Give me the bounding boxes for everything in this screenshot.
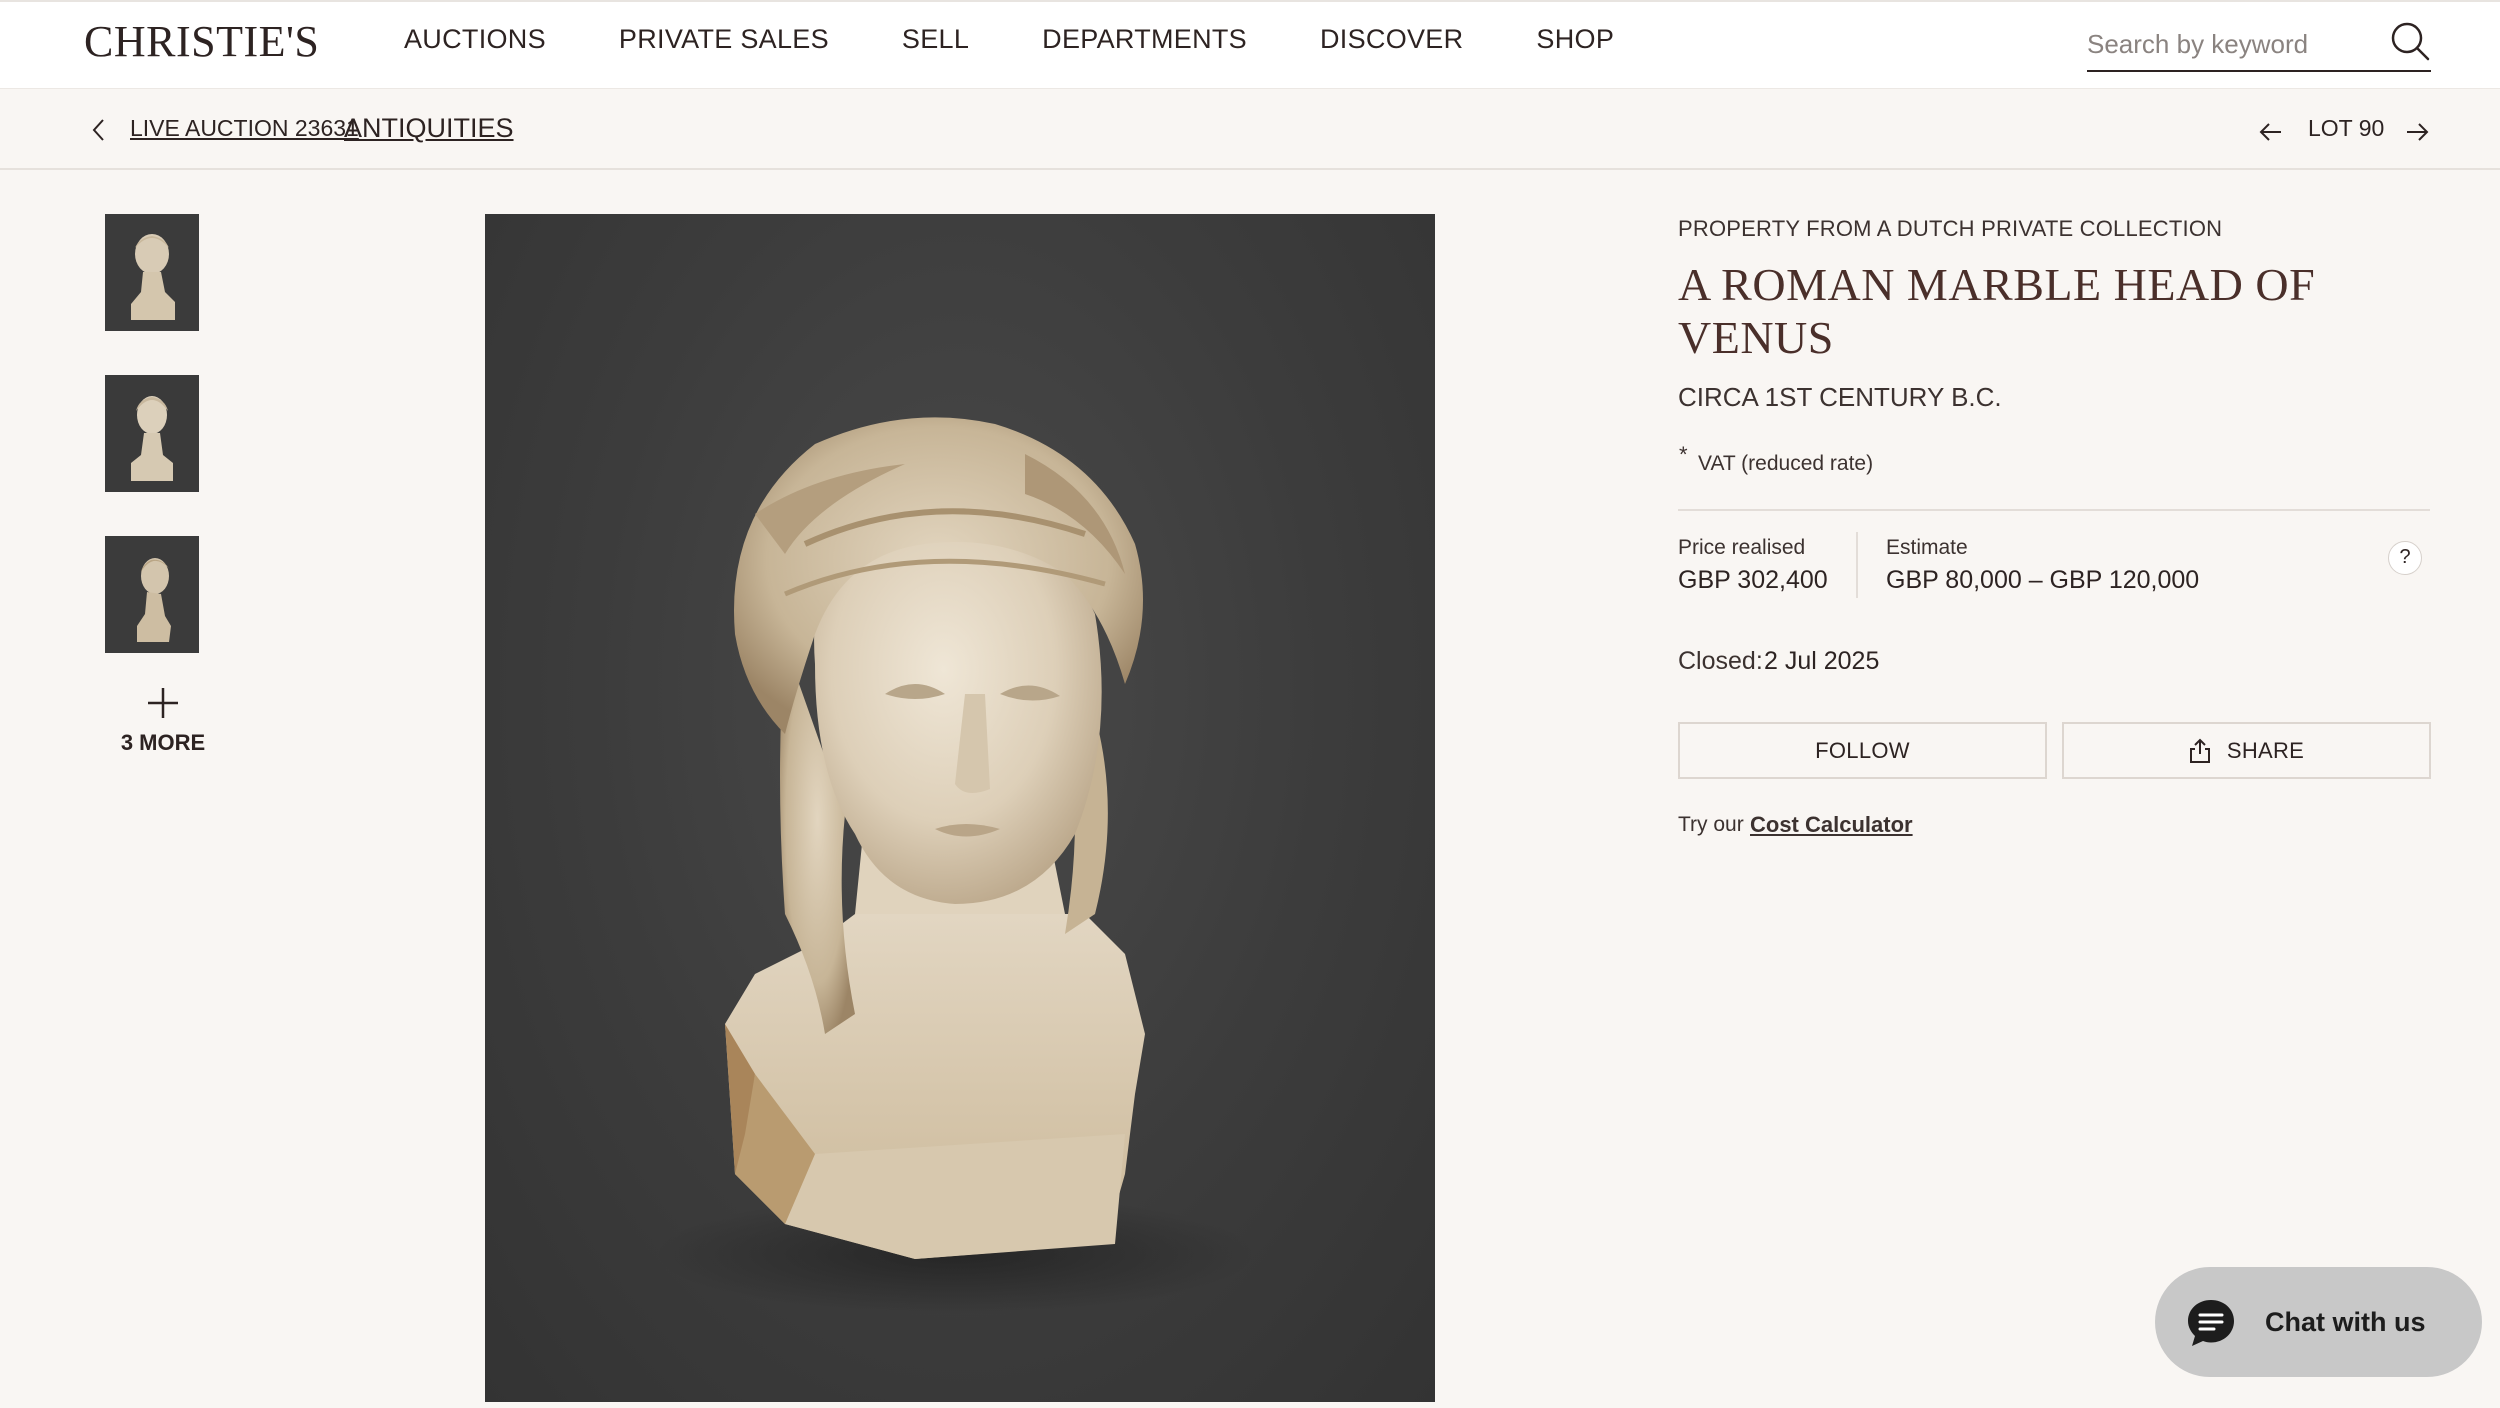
closed-label: Closed: [1678, 647, 1763, 675]
marble-bust-image [655, 417, 1255, 1314]
breadcrumb-auction-link[interactable]: LIVE AUCTION 23631 [130, 115, 359, 142]
previous-lot-arrow-icon[interactable] [2258, 119, 2284, 145]
nav-private-sales[interactable]: PRIVATE SALES [619, 24, 829, 55]
cost-calculator-prefix: Try our [1678, 813, 1744, 836]
share-icon [2189, 738, 2210, 763]
lot-number: LOT 90 [2308, 115, 2385, 141]
estimate-value: GBP 80,000 – GBP 120,000 [1886, 566, 2200, 594]
share-button[interactable]: SHARE [2062, 722, 2431, 779]
estimate-label: Estimate [1886, 536, 1968, 559]
search-bar [2087, 16, 2431, 72]
search-input[interactable] [2087, 24, 2367, 64]
more-images-link[interactable]: 3 MORE [110, 730, 216, 756]
main-nav: AUCTIONS PRIVATE SALES SELL DEPARTMENTS … [404, 24, 1687, 55]
vat-note: VAT (reduced rate) [1698, 452, 1874, 475]
chevron-left-icon[interactable] [88, 117, 110, 143]
top-header: CHRISTIE'S AUCTIONS PRIVATE SALES SELL D… [0, 0, 2500, 89]
chat-bubble-icon [2188, 1300, 2234, 1346]
lot-date: CIRCA 1ST CENTURY B.C. [1678, 382, 2002, 412]
thumbnail-profile[interactable] [105, 536, 199, 653]
details-divider [1678, 509, 2430, 511]
lot-title: A ROMAN MARBLE HEAD OF VENUS [1678, 259, 2316, 363]
breadcrumb-department-link[interactable]: ANTIQUITIES [344, 113, 514, 144]
price-realised-label: Price realised [1678, 536, 1806, 559]
thumbnail-front[interactable] [105, 214, 199, 331]
price-divider [1856, 532, 1858, 598]
help-icon[interactable]: ? [2388, 541, 2422, 575]
christies-logo[interactable]: CHRISTIE'S [84, 16, 319, 67]
price-realised-value: GBP 302,400 [1678, 566, 1828, 594]
thumbnail-frontal[interactable] [105, 375, 199, 492]
chat-label: Chat with us [2265, 1307, 2426, 1337]
main-lot-image[interactable] [485, 214, 1435, 1402]
chat-button[interactable]: Chat with us [2155, 1267, 2482, 1377]
nav-departments[interactable]: DEPARTMENTS [1042, 24, 1247, 55]
bust-thumbnail-image [105, 536, 199, 653]
follow-button[interactable]: FOLLOW [1678, 722, 2047, 779]
next-lot-arrow-icon[interactable] [2404, 119, 2430, 145]
bust-thumbnail-image [105, 375, 199, 492]
search-icon[interactable] [2389, 20, 2431, 62]
nav-discover[interactable]: DISCOVER [1320, 24, 1463, 55]
follow-button-label: FOLLOW [1815, 737, 1910, 763]
cost-calculator-link[interactable]: Cost Calculator [1750, 812, 1913, 838]
nav-auctions[interactable]: AUCTIONS [404, 24, 546, 55]
vat-symbol: * [1679, 442, 1688, 467]
nav-shop[interactable]: SHOP [1536, 24, 1614, 55]
lot-provenance: PROPERTY FROM A DUTCH PRIVATE COLLECTION [1678, 216, 2223, 241]
bust-thumbnail-image [105, 214, 199, 331]
plus-icon[interactable] [146, 686, 180, 720]
closed-date: 2 Jul 2025 [1764, 647, 1880, 675]
nav-sell[interactable]: SELL [902, 24, 969, 55]
breadcrumb-bar: LIVE AUCTION 23631 ANTIQUITIES LOT 90 [0, 89, 2500, 170]
share-button-label: SHARE [2226, 737, 2305, 763]
